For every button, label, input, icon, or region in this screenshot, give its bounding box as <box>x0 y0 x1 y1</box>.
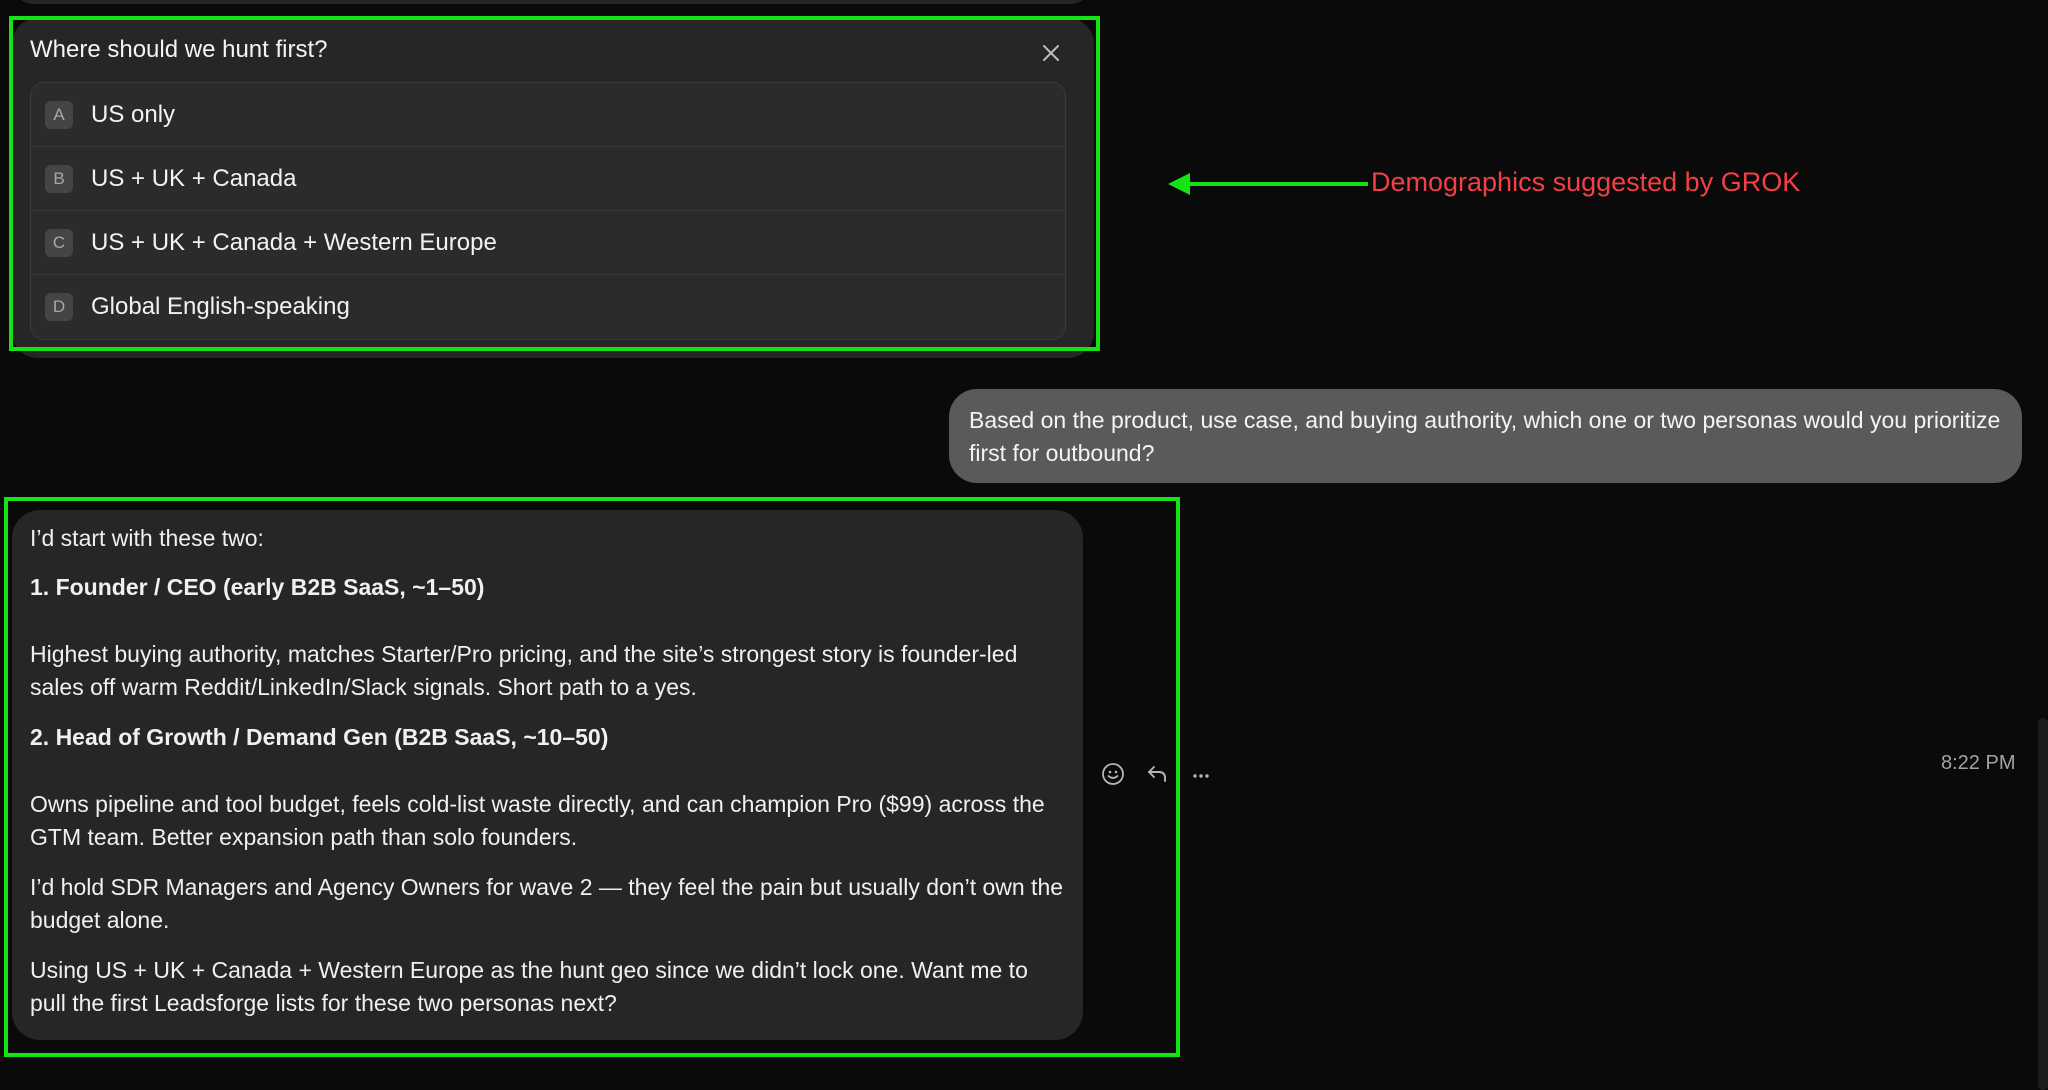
question-options: A US only B US + UK + Canada C US + UK +… <box>30 82 1066 340</box>
more-button[interactable] <box>1188 760 1214 788</box>
close-icon <box>1043 45 1059 61</box>
message-timestamp: 8:22 PM <box>1941 752 2016 774</box>
emoji-icon <box>1102 763 1124 785</box>
option-b[interactable]: B US + UK + Canada <box>31 147 1065 211</box>
persona1-heading: 1. Founder / CEO (early B2B SaaS, ~1–50) <box>30 574 485 600</box>
annotation-arrow-icon <box>1168 173 1368 195</box>
option-letter-badge: C <box>45 228 73 257</box>
assistant-intro: I’d start with these two: <box>30 525 264 551</box>
persona1-body: Highest buying authority, matches Starte… <box>30 641 1018 700</box>
chat-stage: Where should we hunt first? A US only B … <box>0 0 2048 1090</box>
option-letter-badge: B <box>45 164 73 193</box>
option-d[interactable]: D Global English-speaking <box>31 275 1065 339</box>
question-title: Where should we hunt first? <box>30 36 328 63</box>
user-message-bubble: Based on the product, use case, and buyi… <box>949 389 2022 483</box>
more-icon <box>1193 774 1209 778</box>
option-label: US + UK + Canada + Western Europe <box>91 228 497 256</box>
persona2-body: Owns pipeline and tool budget, feels col… <box>30 791 1045 850</box>
option-letter-badge: A <box>45 100 73 129</box>
previous-message-edge <box>12 0 1092 4</box>
reply-button[interactable] <box>1144 760 1170 788</box>
message-actions <box>1100 760 1214 788</box>
option-label: Global English-speaking <box>91 293 350 320</box>
react-button[interactable] <box>1100 760 1126 788</box>
option-c[interactable]: C US + UK + Canada + Western Europe <box>31 211 1065 275</box>
option-letter-badge: D <box>45 293 73 321</box>
closing-text: Using US + UK + Canada + Western Europe … <box>30 957 1028 1016</box>
option-label: US + UK + Canada <box>91 164 297 192</box>
scrollbar[interactable] <box>2038 718 2048 1090</box>
close-button[interactable] <box>1036 38 1066 68</box>
wave2-note: I’d hold SDR Managers and Agency Owners … <box>30 874 1064 933</box>
assistant-message-bubble: I’d start with these two: 1. Founder / C… <box>12 510 1083 1040</box>
persona2-heading: 2. Head of Growth / Demand Gen (B2B SaaS… <box>30 724 609 750</box>
option-label: US only <box>91 100 176 128</box>
annotation-label: Demographics suggested by GROK <box>1371 167 1801 197</box>
option-a[interactable]: A US only <box>31 83 1065 147</box>
question-card: Where should we hunt first? A US only B … <box>12 18 1094 358</box>
reply-icon <box>1148 766 1166 782</box>
